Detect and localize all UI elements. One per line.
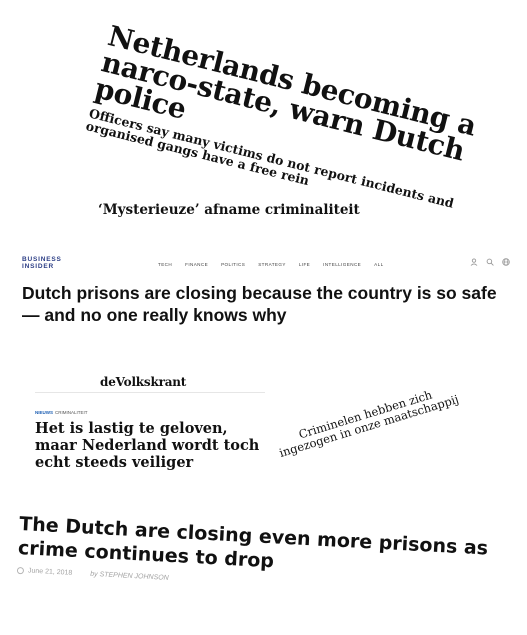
business-insider-clipping: BUSINESS INSIDER TECH FINANCE POLITICS S… <box>0 250 527 328</box>
bi-nav: TECH FINANCE POLITICS STRATEGY LIFE INTE… <box>158 262 384 267</box>
quote-clipping: Criminelen hebben zich ingezogen in onze… <box>277 387 461 460</box>
clip6-byline: by STEPHEN JOHNSON <box>90 570 169 582</box>
nav-politics[interactable]: POLITICS <box>221 262 245 267</box>
bi-headline[interactable]: Dutch prisons are closing because the co… <box>22 282 512 326</box>
bi-icons <box>470 258 510 268</box>
vk-tag-topic: CRIMINALITEIT <box>55 410 88 415</box>
vk-headline[interactable]: Het is lastig te geloven, maar Nederland… <box>35 420 265 471</box>
volkskrant-logo: deVolkskrant <box>100 375 187 389</box>
nav-tech[interactable]: TECH <box>158 262 172 267</box>
vk-category-tag: NIEUWS CRIMINALITEIT <box>35 410 88 415</box>
divider <box>35 392 265 393</box>
user-icon[interactable] <box>470 258 478 268</box>
volkskrant-clipping: deVolkskrant NIEUWS CRIMINALITEIT Het is … <box>0 365 265 480</box>
nav-strategy[interactable]: STRATEGY <box>258 262 286 267</box>
clip6-date: June 21, 2018 <box>27 567 73 577</box>
bigthink-clipping: The Dutch are closing even more prisons … <box>15 512 527 635</box>
search-icon[interactable] <box>486 258 494 268</box>
business-insider-logo: BUSINESS INSIDER <box>22 256 62 270</box>
nav-finance[interactable]: FINANCE <box>185 262 208 267</box>
nav-all[interactable]: ALL <box>374 262 383 267</box>
nav-life[interactable]: LIFE <box>299 262 310 267</box>
globe-icon[interactable] <box>502 258 510 268</box>
clock-icon <box>16 566 25 575</box>
nav-intelligence[interactable]: INTELLIGENCE <box>323 262 361 267</box>
vk-tag-section: NIEUWS <box>35 410 53 415</box>
dutch-headline-clipping: ‘Mysterieuze’ afname criminaliteit <box>98 202 360 218</box>
